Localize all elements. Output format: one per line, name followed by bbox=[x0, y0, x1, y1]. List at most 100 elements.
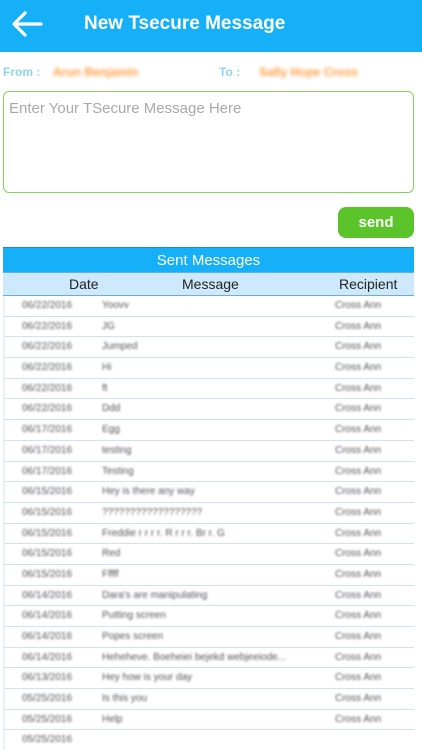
table-row[interactable]: 06/13/2016 Hey how is your day Cross Ann bbox=[3, 668, 414, 690]
cell-message: Fffff bbox=[102, 568, 119, 580]
table-row[interactable]: 06/15/2016 Freddie r r r r. R r r r. Br r… bbox=[3, 523, 414, 545]
table-row[interactable]: 06/17/2016 Testing Cross Ann bbox=[3, 461, 414, 483]
cell-date: 06/17/2016 bbox=[22, 465, 73, 477]
to-value: Sally Hope Cross bbox=[259, 65, 358, 79]
cell-recipient: Cross Ann bbox=[335, 651, 382, 663]
to-label: To : bbox=[219, 65, 241, 79]
page-title: New Tsecure Message bbox=[84, 13, 286, 34]
cell-date: 06/14/2016 bbox=[22, 631, 73, 642]
table-row[interactable]: 06/17/2016 Egg Cross Ann bbox=[3, 420, 414, 441]
cell-message: Popes screen bbox=[102, 631, 164, 642]
cell-message: Testing bbox=[102, 465, 134, 477]
cell-date: 05/25/2016 bbox=[22, 734, 73, 746]
cell-message: Dara's are manipulating bbox=[102, 589, 208, 601]
cell-date: 06/22/2016 bbox=[22, 403, 73, 415]
cell-recipient: Cross Ann bbox=[335, 444, 382, 456]
cell-recipient: Cross Ann bbox=[335, 465, 382, 477]
cell-recipient: Cross Ann bbox=[335, 424, 382, 436]
cell-recipient: Cross Ann bbox=[335, 486, 382, 498]
cell-message: Red bbox=[102, 548, 121, 560]
cell-recipient: Cross Ann bbox=[335, 403, 382, 415]
table-row[interactable]: 06/17/2016 testing Cross Ann bbox=[3, 440, 414, 462]
cell-date: 05/25/2016 bbox=[22, 693, 73, 705]
cell-message: Egg bbox=[102, 424, 120, 436]
cell-date: 06/22/2016 bbox=[22, 382, 73, 394]
cell-recipient: Cross Ann bbox=[335, 527, 382, 539]
cell-message: Freddie r r r r. R r r r. Br r. G bbox=[102, 527, 225, 539]
table-row[interactable]: 06/22/2016 Hi Cross Ann bbox=[3, 358, 414, 379]
cell-message: testing bbox=[102, 444, 132, 456]
cell-message: ?????????????????? bbox=[102, 506, 203, 518]
from-value: Arun Benjamin bbox=[53, 65, 139, 79]
table-row[interactable]: 06/14/2016 Dara's are manipulating Cross A… bbox=[3, 585, 414, 607]
cell-recipient: Cross Ann bbox=[335, 610, 382, 622]
cell-message: Hey how is your day bbox=[102, 672, 193, 684]
cell-message: Jumped bbox=[102, 341, 138, 353]
cell-recipient: Cross Ann bbox=[335, 672, 382, 684]
cell-recipient: Cross Ann bbox=[335, 548, 382, 560]
cell-date: 06/13/2016 bbox=[22, 672, 73, 684]
sent-messages-title: Sent Messages bbox=[3, 247, 414, 272]
cell-message: Yoovv bbox=[102, 300, 129, 311]
cell-message: ft bbox=[102, 382, 108, 394]
arrow-left-icon bbox=[12, 11, 43, 37]
from-label: From : bbox=[3, 65, 41, 79]
table-row[interactable]: 06/22/2016 Ddd Cross Ann bbox=[3, 399, 414, 421]
cell-date: 06/15/2016 bbox=[22, 506, 73, 518]
cell-date: 06/22/2016 bbox=[22, 341, 73, 353]
table-row[interactable]: 05/25/2016 Is this you Cross Ann bbox=[3, 689, 414, 710]
cell-date: 06/17/2016 bbox=[22, 444, 73, 456]
table-row[interactable]: 06/14/2016 Heheheve. Boeheiei bejekd webj… bbox=[3, 647, 414, 669]
app-header: New Tsecure Message bbox=[0, 0, 422, 52]
table-row[interactable]: 06/22/2016 Jumped Cross Ann bbox=[3, 337, 414, 359]
cell-date: 06/14/2016 bbox=[22, 651, 73, 663]
table-row[interactable]: 06/22/2016 ft Cross Ann bbox=[3, 378, 414, 400]
cell-message: Hi bbox=[102, 362, 112, 374]
table-row[interactable]: 06/22/2016 Yoovv Cross Ann bbox=[3, 296, 414, 317]
column-header-row: Date Message Recipient bbox=[3, 272, 414, 296]
cell-recipient: Cross Ann bbox=[335, 589, 382, 601]
cell-date: 06/17/2016 bbox=[22, 424, 73, 436]
cell-date: 06/15/2016 bbox=[22, 486, 73, 498]
column-header-recipient: Recipient bbox=[339, 276, 398, 292]
cell-date: 06/15/2016 bbox=[22, 527, 73, 539]
cell-message: Hey is there any way bbox=[102, 486, 195, 498]
table-row[interactable]: 05/25/2016 bbox=[3, 730, 414, 750]
table-row[interactable]: 06/15/2016 Fffff Cross Ann bbox=[3, 564, 414, 586]
cell-message: Putting screen bbox=[102, 610, 166, 622]
cell-date: 06/22/2016 bbox=[22, 362, 73, 374]
send-button[interactable]: send bbox=[338, 207, 414, 238]
cell-message: Help bbox=[102, 713, 123, 725]
sent-messages-panel: Sent Messages Date Message Recipient 06/… bbox=[3, 247, 414, 750]
cell-date: 06/22/2016 bbox=[22, 300, 73, 311]
table-row[interactable]: 06/14/2016 Putting screen Cross Ann bbox=[3, 606, 414, 627]
cell-recipient: Cross Ann bbox=[335, 713, 382, 725]
table-row[interactable]: 06/15/2016 Hey is there any way Cross Ann bbox=[3, 482, 414, 503]
table-row[interactable]: 05/25/2016 Help Cross Ann bbox=[3, 709, 414, 731]
cell-recipient: Cross Ann bbox=[335, 506, 382, 518]
cell-message: Ddd bbox=[102, 403, 121, 415]
cell-message: JG bbox=[102, 320, 115, 332]
column-header-date: Date bbox=[69, 276, 99, 292]
cell-message: Is this you bbox=[102, 693, 148, 705]
cell-recipient: Cross Ann bbox=[335, 382, 382, 394]
cell-recipient: Cross Ann bbox=[335, 320, 382, 332]
cell-recipient: Cross Ann bbox=[335, 693, 382, 705]
table-row[interactable]: 06/14/2016 Popes screen Cross Ann bbox=[3, 627, 414, 648]
table-row[interactable]: 06/15/2016 Red Cross Ann bbox=[3, 544, 414, 565]
column-header-message: Message bbox=[182, 276, 239, 292]
cell-date: 06/15/2016 bbox=[22, 548, 73, 560]
cell-message: Heheheve. Boeheiei bejekd webjeeiode... bbox=[102, 651, 287, 663]
back-button[interactable] bbox=[8, 9, 46, 39]
message-input[interactable] bbox=[3, 91, 414, 193]
table-row[interactable]: 06/22/2016 JG Cross Ann bbox=[3, 316, 414, 338]
cell-date: 06/15/2016 bbox=[22, 568, 73, 580]
cell-recipient: Cross Ann bbox=[335, 300, 382, 311]
cell-date: 05/25/2016 bbox=[22, 713, 73, 725]
sent-messages-list: 06/22/2016 Yoovv Cross Ann 06/22/2016 JG Cros… bbox=[3, 296, 414, 750]
cell-recipient: Cross Ann bbox=[335, 631, 382, 642]
cell-date: 06/14/2016 bbox=[22, 589, 73, 601]
cell-recipient: Cross Ann bbox=[335, 568, 382, 580]
table-row[interactable]: 06/15/2016?????????????????? Cross Ann bbox=[3, 502, 414, 524]
cell-date: 06/22/2016 bbox=[22, 320, 73, 332]
